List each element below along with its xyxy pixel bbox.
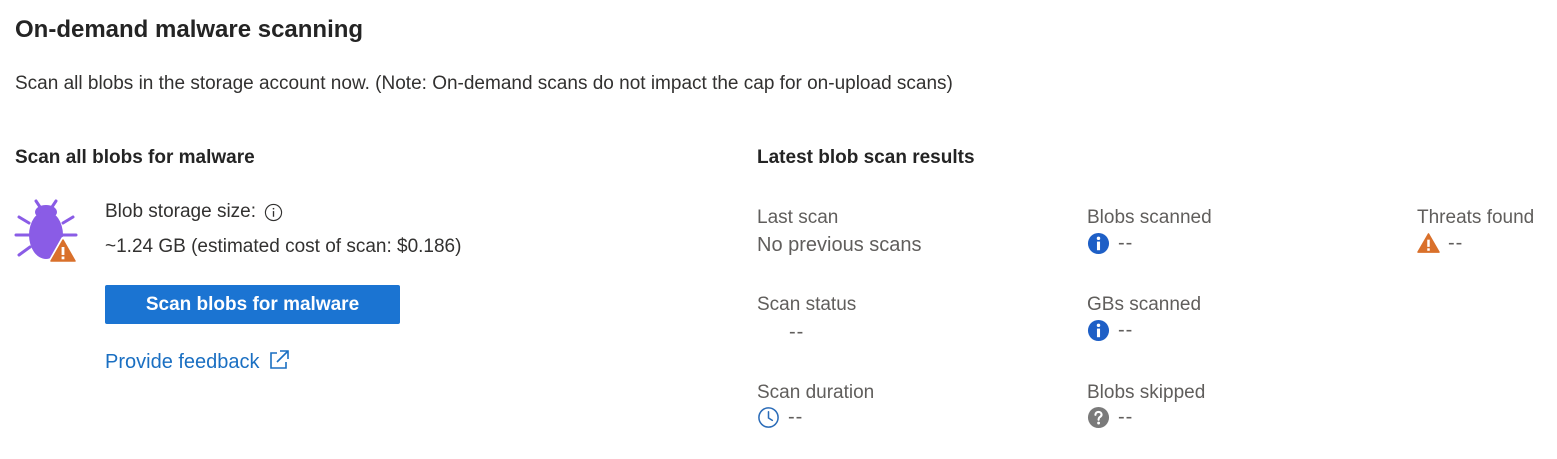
scan-duration-text: -- [788, 406, 804, 428]
gbs-scanned-label: GBs scanned [1087, 294, 1202, 315]
malware-scanning-panel: On-demand malware scanning Scan all blob… [0, 0, 1557, 459]
provide-feedback-link[interactable]: Provide feedback [105, 349, 290, 374]
last-scan-text: No previous scans [757, 234, 922, 256]
blobs-skipped-value: -- [1087, 406, 1133, 429]
scan-status-value: -- [789, 321, 804, 344]
blobs-skipped-label: Blobs skipped [1087, 382, 1206, 403]
blob-storage-size-label: Blob storage size: [105, 201, 283, 223]
last-scan-value: No previous scans [757, 234, 922, 257]
threats-found-label: Threats found [1417, 207, 1535, 228]
blobs-scanned-value: -- [1087, 232, 1133, 255]
blobs-skipped-text: -- [1118, 406, 1134, 428]
blobs-scanned-text: -- [1118, 232, 1134, 254]
warning-icon [1417, 233, 1440, 253]
scan-status-text: -- [789, 321, 805, 343]
blobs-scanned-label: Blobs scanned [1087, 207, 1212, 228]
gbs-scanned-value: -- [1087, 319, 1133, 342]
blob-storage-size-text: Blob storage size: [105, 201, 257, 222]
scan-status-label: Scan status [757, 294, 857, 315]
last-scan-label: Last scan [757, 207, 839, 228]
scan-blobs-button[interactable]: Scan blobs for malware [105, 285, 400, 324]
info-icon [1087, 232, 1110, 255]
info-icon [1087, 319, 1110, 342]
external-link-icon [269, 349, 289, 369]
blob-storage-size-value: ~1.24 GB (estimated cost of scan: $0.186… [105, 236, 462, 257]
scan-duration-label: Scan duration [757, 382, 875, 403]
info-outline-icon[interactable] [264, 203, 283, 222]
provide-feedback-label[interactable]: Provide feedback [105, 351, 260, 374]
scan-section-heading: Scan all blobs for malware [15, 147, 255, 168]
page-subtitle: Scan all blobs in the storage account no… [15, 73, 953, 94]
threats-found-value: -- [1417, 232, 1463, 255]
bug-warning-icon [14, 199, 78, 264]
threats-found-text: -- [1448, 232, 1464, 254]
page-title: On-demand malware scanning [15, 16, 364, 43]
help-icon [1087, 406, 1110, 429]
clock-icon [758, 407, 779, 428]
results-heading: Latest blob scan results [757, 147, 975, 168]
gbs-scanned-text: -- [1118, 319, 1134, 341]
scan-duration-value: -- [757, 406, 803, 429]
